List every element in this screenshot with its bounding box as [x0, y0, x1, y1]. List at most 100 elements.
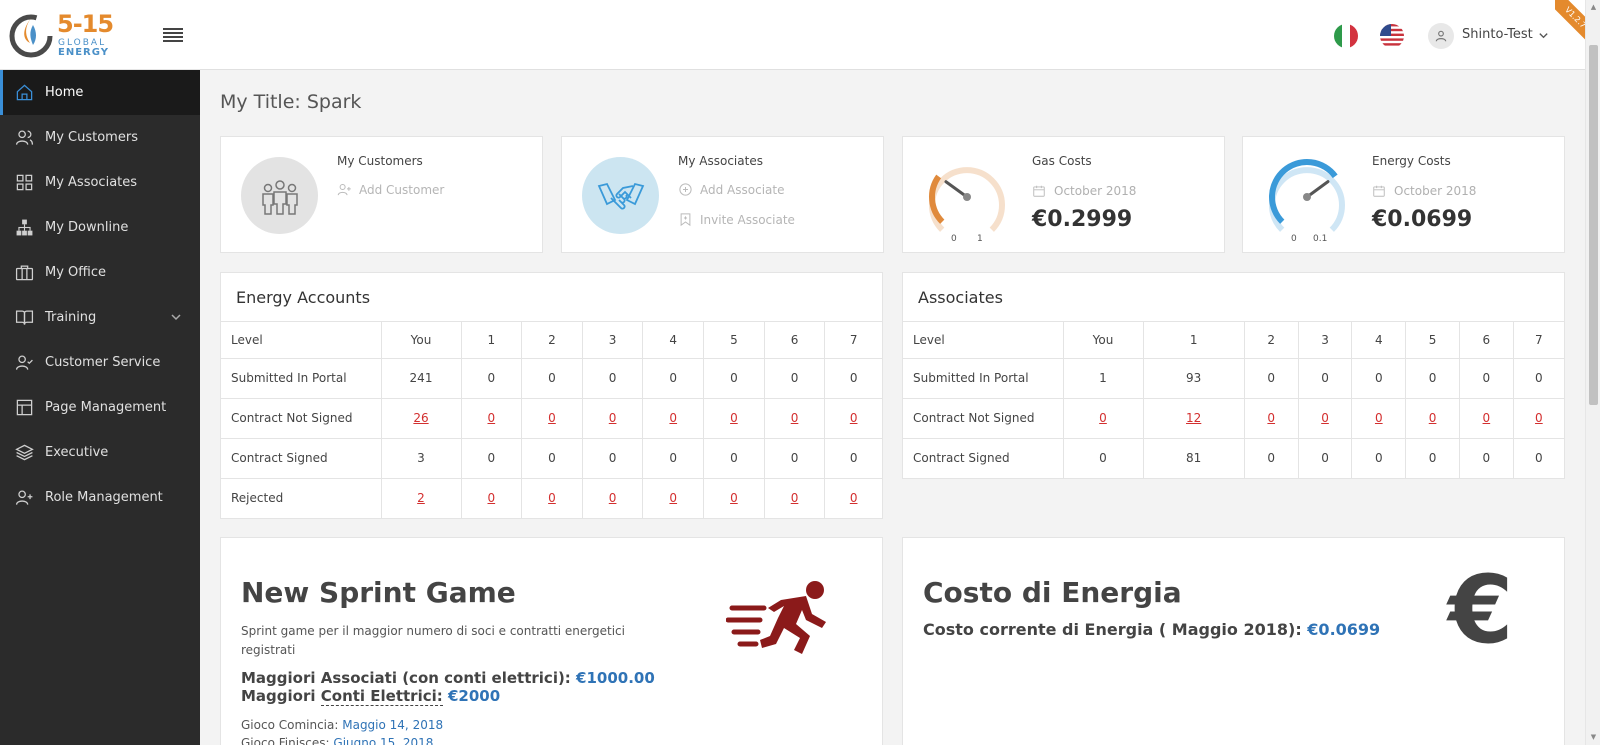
- row-label: Contract Signed: [903, 438, 1064, 478]
- column-header: 2: [521, 322, 583, 359]
- cell-link[interactable]: 0: [488, 491, 496, 505]
- cell-link[interactable]: 0: [669, 411, 677, 425]
- column-header: 1: [461, 322, 523, 359]
- menu-toggle-icon[interactable]: [163, 28, 183, 42]
- table-cell: 0: [703, 398, 765, 439]
- sidebar-item-role-management[interactable]: Role Management: [0, 475, 200, 520]
- italy-flag-icon[interactable]: [1334, 24, 1358, 48]
- costo-label: Costo corrente di Energia ( Maggio 2018)…: [923, 620, 1302, 639]
- prize-value: €1000.00: [576, 669, 655, 687]
- cell-link[interactable]: 0: [1267, 411, 1275, 425]
- table-cell: 0: [824, 358, 882, 399]
- table-cell: 0: [521, 438, 583, 479]
- scrollbar[interactable]: ▲ ▼: [1585, 0, 1600, 745]
- date-text: October 2018: [1054, 184, 1137, 198]
- column-header: 6: [1459, 322, 1514, 359]
- cell-link[interactable]: 0: [850, 491, 858, 505]
- table-cell: 0: [642, 438, 705, 479]
- cell-link[interactable]: 0: [548, 491, 556, 505]
- sidebar-item-home[interactable]: Home: [0, 70, 200, 115]
- grid-icon: [14, 173, 34, 193]
- table-cell: 0: [461, 398, 523, 439]
- user-plus-icon: [14, 488, 34, 508]
- end-date-link[interactable]: Giugno 15, 2018: [333, 736, 433, 745]
- cell-link[interactable]: 0: [609, 491, 617, 505]
- user-check-icon: [14, 353, 34, 373]
- table-cell: 1: [1063, 358, 1144, 399]
- column-header: 7: [824, 322, 882, 359]
- table-cell: 0: [1244, 438, 1299, 478]
- energy-cost-value: €0.0699: [1372, 207, 1473, 232]
- column-header: 3: [1298, 322, 1353, 359]
- cell-link[interactable]: 0: [488, 411, 496, 425]
- sidebar-item-label: My Office: [45, 265, 106, 280]
- date-label: October 2018: [1372, 184, 1476, 198]
- sidebar-item-my-office[interactable]: My Office: [0, 250, 200, 295]
- cell-link[interactable]: 0: [1375, 411, 1383, 425]
- scroll-thumb[interactable]: [1589, 45, 1598, 405]
- invite-associate-link[interactable]: Invite Associate: [678, 212, 795, 227]
- table-cell: 0: [582, 478, 644, 518]
- cell-link[interactable]: 2: [417, 491, 425, 505]
- cell-link[interactable]: 0: [730, 411, 738, 425]
- handshake-icon: [597, 182, 644, 210]
- row-label: Submitted In Portal: [221, 358, 382, 399]
- cell-link[interactable]: 0: [850, 411, 858, 425]
- column-header: 6: [764, 322, 826, 359]
- cell-link[interactable]: 0: [1535, 411, 1543, 425]
- associates-card: My Associates Add Associate Invite Assoc…: [561, 136, 884, 253]
- user-name-menu[interactable]: Shinto-Test: [1462, 27, 1533, 42]
- cell-link[interactable]: 12: [1186, 411, 1201, 425]
- sidebar-item-my-associates[interactable]: My Associates: [0, 160, 200, 205]
- cell-link[interactable]: 0: [1321, 411, 1329, 425]
- cell-link[interactable]: 0: [609, 411, 617, 425]
- gauge-min-label: 0: [951, 234, 957, 243]
- row-label: Rejected: [221, 478, 382, 518]
- table-cell: 12: [1143, 398, 1245, 439]
- chevron-down-icon[interactable]: [1538, 30, 1549, 41]
- table-cell: 0: [461, 438, 523, 479]
- table-cell: 26: [381, 398, 462, 439]
- sidebar: 5-15 GLOBAL ENERGY Home My Customers My …: [0, 0, 200, 745]
- table-cell: 0: [642, 398, 705, 439]
- cell-link[interactable]: 0: [791, 411, 799, 425]
- sidebar-item-label: Customer Service: [45, 355, 161, 370]
- add-associate-link[interactable]: Add Associate: [678, 182, 784, 197]
- sidebar-item-my-downline[interactable]: My Downline: [0, 205, 200, 250]
- sprint-title: New Sprint Game: [241, 576, 516, 609]
- euro-icon: €: [1448, 556, 1514, 665]
- table-cell: 0: [1405, 438, 1460, 478]
- sidebar-item-executive[interactable]: Executive: [0, 430, 200, 475]
- cell-link[interactable]: 26: [413, 411, 428, 425]
- row-label: Contract Signed: [221, 438, 382, 479]
- table-cell: 0: [1405, 398, 1460, 439]
- table-cell: 0: [824, 398, 882, 439]
- start-date-link[interactable]: Maggio 14, 2018: [342, 718, 443, 732]
- cell-link[interactable]: 0: [1429, 411, 1437, 425]
- associates-circle: [582, 157, 659, 234]
- scroll-down-icon[interactable]: ▼: [1589, 733, 1598, 741]
- avatar[interactable]: [1428, 23, 1454, 49]
- sidebar-item-label: My Downline: [45, 220, 129, 235]
- sidebar-item-customer-service[interactable]: Customer Service: [0, 340, 200, 385]
- us-flag-icon[interactable]: [1380, 24, 1404, 48]
- sidebar-item-page-management[interactable]: Page Management: [0, 385, 200, 430]
- cell-link[interactable]: 0: [730, 491, 738, 505]
- cell-link[interactable]: 0: [548, 411, 556, 425]
- cell-link[interactable]: 0: [791, 491, 799, 505]
- costo-value: €0.0699: [1307, 620, 1381, 639]
- cell-link[interactable]: 0: [669, 491, 677, 505]
- home-icon: [14, 83, 34, 103]
- cell-link[interactable]: 0: [1099, 411, 1107, 425]
- scroll-up-icon[interactable]: ▲: [1589, 3, 1598, 11]
- prize-label: Maggiori Associati (con conti elettrici)…: [241, 669, 571, 687]
- table-cell: 0: [1298, 438, 1353, 478]
- cell-link[interactable]: 0: [1483, 411, 1491, 425]
- game-start-line: Gioco Comincia: Maggio 14, 2018: [241, 718, 443, 732]
- table-title: Associates: [903, 273, 1564, 322]
- end-label: Gioco Finisces:: [241, 736, 330, 745]
- sidebar-item-label: My Customers: [45, 130, 138, 145]
- sidebar-item-my-customers[interactable]: My Customers: [0, 115, 200, 160]
- add-customer-link[interactable]: Add Customer: [337, 182, 444, 197]
- sidebar-item-training[interactable]: Training: [0, 295, 200, 340]
